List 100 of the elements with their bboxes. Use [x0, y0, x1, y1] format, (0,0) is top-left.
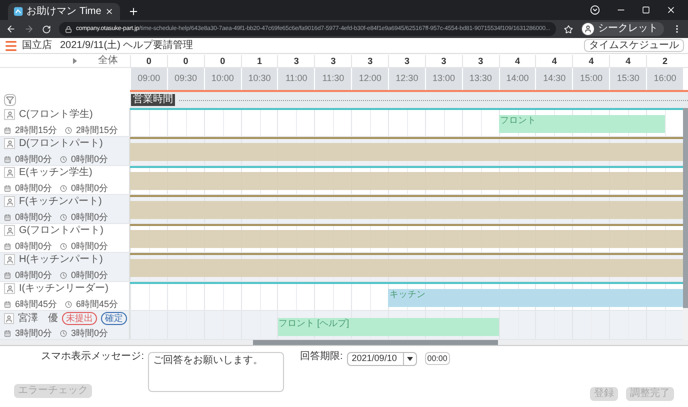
time-slot-header: 13:30: [462, 68, 499, 90]
work-hours: 0時間0分: [71, 271, 108, 280]
reload-icon[interactable]: [42, 24, 51, 34]
calendar-icon: [4, 330, 11, 337]
bookmark-star-icon[interactable]: [564, 24, 573, 34]
page-title: 2021/9/11(土) ヘルプ要請管理: [60, 40, 194, 50]
staff-count: 3: [351, 55, 388, 67]
time-slot-header: 15:30: [609, 68, 646, 90]
clock-icon: [65, 301, 72, 308]
time-slot-header: 10:00: [204, 68, 241, 90]
staff-count: 0: [130, 55, 167, 67]
expand-icon[interactable]: [72, 58, 78, 64]
browser-tab[interactable]: お助けマン Time: [8, 3, 120, 20]
deadline-time-field[interactable]: 00:00: [424, 352, 450, 365]
work-hours: 0時間0分: [71, 184, 108, 193]
staff-name: 宮澤 優: [18, 314, 58, 324]
staff-name: G(フロントパート): [19, 226, 104, 236]
close-icon[interactable]: [666, 5, 676, 15]
work-hours: 0時間0分: [15, 242, 52, 251]
work-hours: 0時間0分: [71, 155, 108, 164]
work-hours: 6時間45分: [76, 300, 118, 309]
clock-icon: [60, 243, 68, 250]
calendar-icon: [4, 185, 11, 192]
total-label: 全体: [98, 56, 118, 66]
status-badge: 確定: [101, 312, 127, 325]
forward-icon[interactable]: [24, 24, 34, 34]
tab-title: お助けマン Time: [26, 6, 102, 16]
staff-count: 0: [166, 55, 204, 67]
staff-name: I(キッチンリーダー): [19, 284, 108, 294]
back-icon[interactable]: [6, 24, 16, 34]
work-hours: 6時間45分: [15, 300, 58, 309]
time-slot-header: 16:00: [646, 68, 683, 90]
time-slot-header: 09:00: [130, 68, 167, 90]
deadline-date-select[interactable]: 2021/09/10: [346, 352, 417, 366]
time-slot-header: 14:00: [498, 68, 536, 90]
work-hours: 0時間0分: [71, 213, 108, 222]
work-hours: 0時間0分: [15, 184, 52, 193]
business-hours-badge: 営業時間: [131, 94, 175, 106]
lock-icon: [65, 26, 72, 32]
time-slot-header: 13:00: [424, 68, 462, 90]
work-hours: 3時間0分: [71, 329, 108, 338]
calendar-icon: [4, 214, 11, 221]
staff-count: 0: [204, 55, 241, 67]
store-name: 国立店: [22, 40, 52, 50]
staff-name: C(フロント学生): [19, 110, 93, 120]
clock-icon: [60, 330, 68, 337]
profile-button[interactable]: シークレット: [581, 22, 664, 36]
staff-count: 4: [609, 55, 646, 67]
message-label: スマホ表示メッセージ:: [40, 352, 144, 362]
calendar-icon: [4, 127, 11, 134]
time-schedule-button[interactable]: タイムスケジュール: [584, 39, 684, 52]
new-tab-icon[interactable]: [128, 6, 139, 17]
time-slot-header: 14:30: [535, 68, 572, 90]
staff-name: D(フロントパート): [19, 138, 103, 148]
menu-icon[interactable]: [4, 38, 18, 52]
staff-count: 4: [498, 55, 536, 67]
work-hours: 0時間0分: [15, 271, 52, 280]
staff-count: 3: [424, 55, 462, 67]
staff-name: E(キッチン学生): [19, 168, 92, 178]
calendar-icon: [4, 301, 11, 308]
work-hours: 2時間15分: [15, 126, 58, 135]
clock-icon: [60, 156, 68, 163]
close-tab-icon[interactable]: [105, 7, 114, 16]
staff-name: F(キッチンパート): [19, 196, 102, 206]
maximize-icon[interactable]: [642, 6, 650, 14]
dropdown-caret-icon: [406, 357, 413, 361]
staff-count: 4: [535, 55, 572, 67]
staff-count: 3: [462, 55, 499, 67]
staff-count: 1: [240, 55, 278, 67]
time-slot-header: 10:30: [240, 68, 278, 90]
staff-count: 3: [277, 55, 314, 67]
staff-count: 3: [388, 55, 425, 67]
staff-count: 4: [572, 55, 610, 67]
work-hours: 3時間0分: [15, 329, 52, 338]
tab-search-icon[interactable]: [590, 5, 600, 15]
work-hours: 0時間0分: [71, 242, 108, 251]
person-icon: [4, 313, 14, 324]
clock-icon: [60, 214, 68, 221]
deadline-label: 回答期限:: [300, 352, 343, 364]
filter-icon[interactable]: [4, 94, 16, 106]
calendar-icon: [4, 243, 11, 250]
staff-count: 2: [646, 55, 683, 67]
staff-name: H(キッチンパート): [19, 254, 103, 264]
time-slot-header: 15:00: [572, 68, 610, 90]
time-slot-header: 12:30: [388, 68, 425, 90]
time-slot-header: 12:00: [351, 68, 388, 90]
time-slot-header: 11:30: [314, 68, 352, 90]
calendar-icon: [4, 156, 11, 163]
app-logo-icon: [14, 7, 23, 16]
horizontal-scrollbar[interactable]: [252, 340, 498, 345]
avatar-icon: [582, 23, 594, 35]
work-hours: 0時間0分: [15, 213, 52, 222]
clock-icon: [60, 272, 68, 279]
vertical-scrollbar[interactable]: [683, 108, 688, 340]
message-field[interactable]: ご回答をお願いします。: [148, 352, 284, 392]
staff-count: 3: [314, 55, 352, 67]
work-hours: 2時間15分: [76, 126, 118, 135]
time-slot-header: 09:30: [166, 68, 204, 90]
calendar-icon: [4, 272, 11, 279]
work-hours: 0時間0分: [15, 155, 52, 164]
